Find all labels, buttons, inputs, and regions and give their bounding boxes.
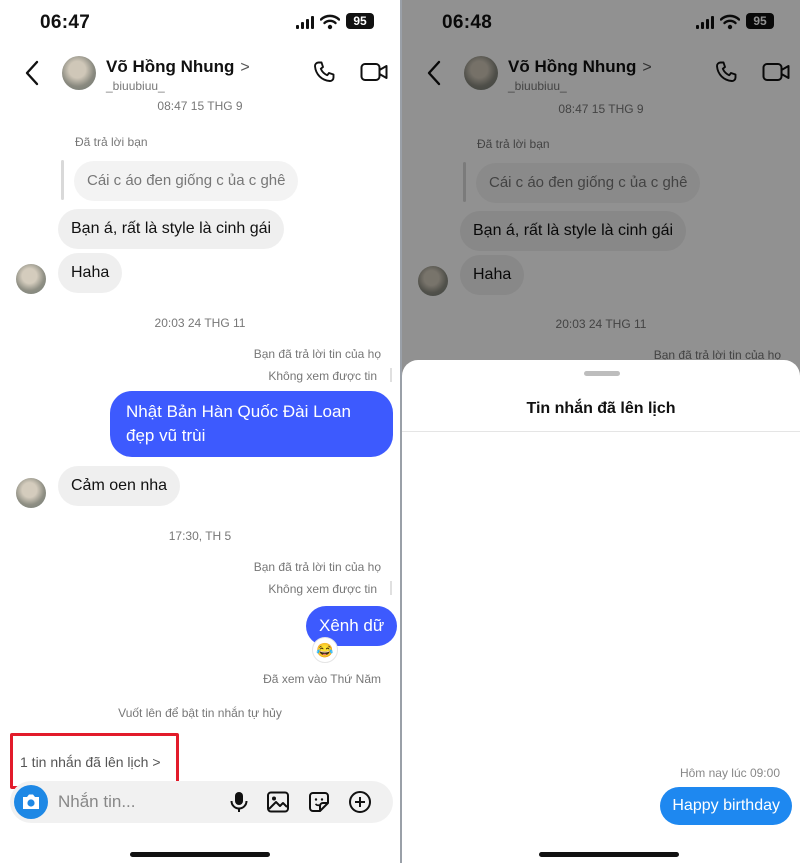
sender-avatar[interactable] [418, 266, 448, 296]
contact-name-text: Võ Hồng Nhung [508, 57, 637, 76]
reply-indicator-bar [463, 162, 466, 202]
reply-indicator-bar [61, 160, 64, 200]
add-plus-icon[interactable] [348, 790, 372, 814]
contact-name[interactable]: Võ Hồng Nhung > [508, 57, 652, 77]
outgoing-message[interactable]: Nhật Bản Hàn Quốc Đài Loan đẹp vũ trùi [110, 391, 393, 457]
incoming-message[interactable]: Haha [460, 255, 525, 295]
contact-avatar[interactable] [464, 56, 498, 90]
incoming-message[interactable]: Haha [58, 253, 123, 293]
chat-header: Võ Hồng Nhung > _biuubiuu_ [0, 48, 400, 98]
sheet-title: Tin nhắn đã lên lịch [526, 400, 676, 417]
incoming-message[interactable]: Cảm oen nha [58, 466, 181, 506]
sheet-grabber[interactable] [584, 371, 620, 376]
cellular-signal-icon [296, 16, 314, 29]
wifi-icon [720, 14, 740, 30]
sender-avatar[interactable] [16, 264, 46, 294]
message-input[interactable]: Nhắn tin... [58, 792, 136, 812]
status-time: 06:48 [442, 12, 493, 33]
scheduled-time: Hôm nay lúc 09:00 [679, 766, 780, 780]
reply-indicator-bar [390, 368, 392, 382]
vanish-mode-hint: Vuốt lên để bật tin nhắn tự hủy [118, 706, 282, 720]
timestamp: 20:03 24 THG 11 [555, 317, 647, 331]
gallery-icon[interactable] [266, 790, 290, 814]
sender-avatar[interactable] [16, 478, 46, 508]
scheduled-messages-label: 1 tin nhắn đã lên lịch > [20, 754, 161, 770]
phone-call-icon[interactable] [312, 60, 336, 84]
contact-name[interactable]: Võ Hồng Nhung > [106, 57, 250, 77]
timestamp: 08:47 15 THG 9 [157, 99, 243, 113]
camera-icon [23, 794, 39, 809]
incoming-message[interactable]: Bạn á, rất là style là cinh gái [58, 209, 285, 249]
battery-indicator: 95 [346, 13, 374, 29]
timestamp: 08:47 15 THG 9 [558, 102, 644, 116]
reply-context-label: Bạn đã trả lời tin của họ [253, 347, 381, 361]
scheduled-message-bubble[interactable]: Happy birthday [660, 787, 792, 825]
sheet-divider [402, 431, 800, 432]
camera-button[interactable] [14, 785, 48, 819]
incoming-message[interactable]: Bạn á, rất là style là cinh gái [460, 211, 687, 251]
home-indicator [539, 852, 679, 857]
unavailable-story-label: Không xem được tin [268, 582, 377, 596]
wifi-icon [320, 14, 340, 30]
video-call-icon[interactable] [762, 61, 790, 83]
chevron-right-icon: > [240, 59, 250, 76]
quoted-message[interactable]: Cái c áo đen giống c ủa c ghê [74, 161, 299, 201]
sticker-icon[interactable] [307, 790, 331, 814]
chevron-right-icon: > [642, 59, 652, 76]
timestamp: 20:03 24 THG 11 [154, 316, 246, 330]
contact-name-text: Võ Hồng Nhung [106, 57, 235, 76]
chevron-right-icon: > [152, 754, 161, 770]
contact-avatar[interactable] [62, 56, 96, 90]
seen-status: Đã xem vào Thứ Năm [263, 672, 381, 686]
contact-handle: _biuubiuu_ [106, 79, 165, 93]
cellular-signal-icon [696, 16, 714, 29]
video-call-icon[interactable] [360, 61, 388, 83]
chat-screen-left: 06:47 95 Võ Hồng Nhung > _biuubiuu_ 08:47… [0, 0, 400, 863]
chat-screen-right: 06:48 95 Võ Hồng Nhung > _biuubiuu_ 08:47… [402, 0, 800, 863]
reply-context-label: Đã trả lời bạn [75, 135, 148, 149]
battery-indicator: 95 [746, 13, 774, 29]
microphone-icon[interactable] [227, 790, 251, 814]
status-bar: 06:48 95 [402, 0, 800, 44]
scheduled-messages-text: 1 tin nhắn đã lên lịch [20, 754, 149, 770]
back-arrow-icon[interactable] [22, 60, 44, 86]
quoted-message[interactable]: Cái c áo đen giống c ủa c ghê [476, 163, 701, 203]
unavailable-story-label: Không xem được tin [268, 369, 377, 383]
chat-header: Võ Hồng Nhung > _biuubiuu_ [402, 48, 800, 98]
reply-context-label: Đã trả lời bạn [477, 137, 550, 151]
status-time: 06:47 [40, 12, 91, 33]
back-arrow-icon[interactable] [424, 60, 446, 86]
timestamp: 17:30, TH 5 [168, 529, 232, 543]
laugh-reaction-icon[interactable]: 😂 [312, 637, 338, 663]
reply-indicator-bar [390, 581, 392, 595]
scheduled-messages-sheet: Tin nhắn đã lên lịch Hôm nay lúc 09:00 H… [402, 360, 800, 863]
phone-call-icon[interactable] [714, 60, 738, 84]
status-bar: 06:47 95 [0, 0, 400, 44]
reply-context-label: Bạn đã trả lời tin của họ [253, 560, 381, 574]
contact-handle: _biuubiuu_ [508, 79, 567, 93]
home-indicator [130, 852, 270, 857]
message-composer[interactable]: Nhắn tin... [10, 781, 393, 823]
